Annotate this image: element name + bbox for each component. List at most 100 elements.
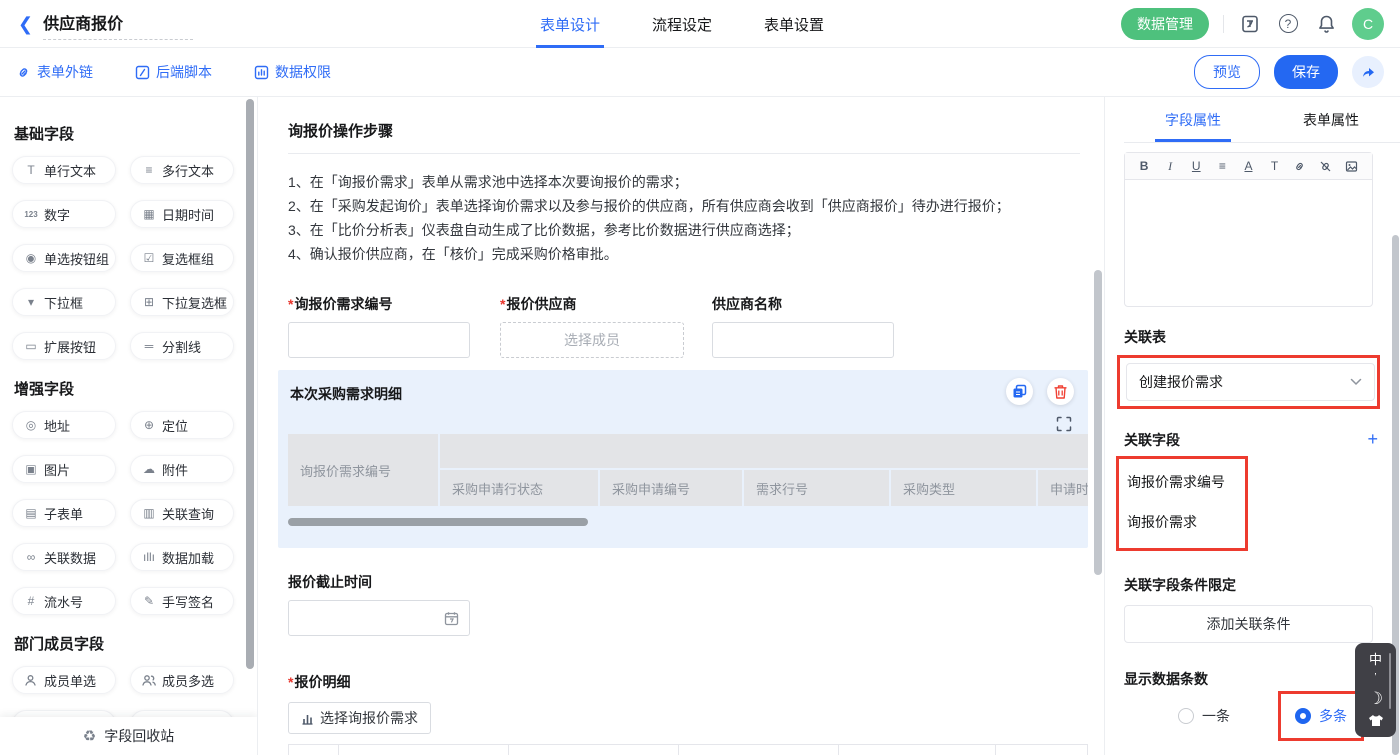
field-item-address[interactable]: ◎地址 [12,411,116,439]
field-item-signature[interactable]: ✎手写签名 [130,587,234,615]
insert-link-icon[interactable] [1293,160,1309,173]
data-manage-button[interactable]: 数据管理 [1121,8,1209,40]
ime-chinese-mode-icon[interactable]: 中 [1369,653,1382,666]
steps-section-title[interactable]: 询报价操作步骤 [288,97,1080,154]
tab-flow-settings[interactable]: 流程设定 [652,0,712,48]
radio-option-multiple[interactable]: 多条 [1278,691,1364,741]
language-icon[interactable] [1238,12,1262,36]
preview-button[interactable]: 预览 [1194,55,1260,89]
copy-field-button[interactable] [1006,378,1033,405]
tab-form-design[interactable]: 表单设计 [540,0,600,48]
notification-bell-icon[interactable] [1314,12,1338,36]
form-external-link[interactable]: 表单外链 [16,62,93,82]
field-item-single-text[interactable]: T单行文本 [12,156,116,184]
demand-number-input[interactable] [288,322,470,358]
steps-text-block[interactable]: 1、在「询报价需求」表单从需求池中选择本次要询报价的需求； 2、在「采购发起询价… [288,170,1080,266]
supplier-name-input[interactable] [712,322,894,358]
field-item-multi-dropdown[interactable]: ⊞下拉复选框 [130,288,234,316]
ime-moon-icon[interactable]: ☽ [1368,690,1383,707]
relate-field-item[interactable]: 询报价需求 [1127,507,1245,538]
underline-icon[interactable]: U [1188,159,1204,173]
field-item-relate-query[interactable]: ▥关联查询 [130,499,234,527]
help-icon[interactable]: ? [1276,12,1300,36]
field-item-subform[interactable]: ▤子表单 [12,499,116,527]
field-item-number[interactable]: 123数字 [12,200,116,228]
rich-text-editor[interactable]: B I U ≡ A T [1124,152,1373,307]
relate-fields-label: 关联字段 + [1124,429,1400,450]
add-condition-button[interactable]: 添加关联条件 [1124,605,1373,643]
remove-link-icon[interactable] [1319,160,1335,173]
subtable-col[interactable]: 采购类型 [891,470,1036,506]
radio-option-single[interactable]: 一条 [1178,706,1230,726]
quote-col[interactable]: 采购申请编号 [509,745,679,755]
field-item-multi-text[interactable]: ≡多行文本 [130,156,234,184]
field-item-member-multi[interactable]: 成员多选 [130,666,234,694]
italic-icon[interactable]: I [1162,159,1178,174]
ime-punctuation-icon[interactable]: ’ [1374,673,1376,683]
expand-icon[interactable] [1056,416,1072,432]
field-item-image[interactable]: ▣图片 [12,455,116,483]
quote-col[interactable]: 产品编号 [839,745,996,755]
ime-toolbar[interactable]: 中 ’ ☽ [1355,643,1396,737]
select-member-picker[interactable]: 选择成员 [500,322,684,358]
tab-form-properties[interactable]: 表单属性 [1262,97,1400,142]
add-relate-field-icon[interactable]: + [1367,429,1378,450]
data-permission-link[interactable]: 数据权限 [254,62,331,82]
ime-skin-icon[interactable] [1368,714,1384,727]
field-item-attachment[interactable]: ☁附件 [130,455,234,483]
purchase-demand-subtable-panel[interactable]: 本次采购需求明细 询报价需求编号 [278,370,1088,548]
quote-col[interactable]: 询报价需求编号 [339,745,509,755]
select-demand-button[interactable]: 选择询报价需求 [288,702,431,734]
field-recycle-bin[interactable]: ♻ 字段回收站 [0,717,257,755]
field-item-radio-group[interactable]: ◉单选按钮组 [12,244,116,272]
insert-image-icon[interactable] [1345,160,1361,173]
field-item-datetime[interactable]: ▦日期时间 [130,200,234,228]
subtable-col-demand-number[interactable]: 询报价需求编号 [288,434,438,506]
field-demand-number[interactable]: *询报价需求编号 [288,294,470,358]
subtable-col[interactable]: 申请时间 [1038,470,1088,506]
canvas-scrollbar[interactable] [1094,270,1102,575]
field-item-checkbox-group[interactable]: ☑复选框组 [130,244,234,272]
quote-col[interactable]: 需求行号 [679,745,839,755]
copy-icon [1012,384,1027,399]
divider-icon: ═ [142,339,156,353]
save-button[interactable]: 保存 [1274,55,1338,89]
field-item-relate-data[interactable]: ∞关联数据 [12,543,116,571]
quote-col[interactable]: 产品名称 [996,745,1088,755]
delete-field-button[interactable] [1047,378,1074,405]
avatar[interactable]: C [1352,8,1384,40]
multi-dropdown-icon: ⊞ [142,295,156,309]
subtable-col[interactable]: 需求行号 [744,470,889,506]
required-asterisk: * [288,296,293,312]
field-item-location[interactable]: ⊕定位 [130,411,234,439]
align-icon[interactable]: ≡ [1214,159,1230,173]
field-item-serial-number[interactable]: #流水号 [12,587,116,615]
font-size-icon[interactable]: T [1267,159,1283,173]
relate-field-item[interactable]: 询报价需求编号 [1127,467,1245,498]
field-item-dropdown[interactable]: ▾下拉框 [12,288,116,316]
back-icon[interactable]: ❮ [18,15,33,33]
font-color-icon[interactable]: A [1240,159,1256,173]
field-item-divider[interactable]: ═分割线 [130,332,234,360]
deadline-date-input[interactable] [288,600,470,636]
subtable-group-header[interactable] [440,434,1088,468]
backend-script-link[interactable]: 后端脚本 [135,62,212,82]
field-item-data-load[interactable]: ıllı数据加载 [130,543,234,571]
subtable-col[interactable]: 采购申请行状态 [440,470,598,506]
field-supplier-name[interactable]: 供应商名称 [712,294,894,358]
serial-icon: # [24,594,38,608]
tab-field-properties[interactable]: 字段属性 [1124,97,1262,142]
page-title[interactable]: 供应商报价 [43,8,193,40]
field-item-member-single[interactable]: 成员单选 [12,666,116,694]
share-button[interactable] [1352,56,1384,88]
bold-icon[interactable]: B [1136,159,1152,173]
tab-form-settings[interactable]: 表单设置 [764,0,824,48]
subtable-horizontal-scrollbar[interactable] [288,518,588,526]
quote-col-index[interactable] [289,745,339,755]
rte-editor-area[interactable] [1125,180,1372,306]
sidebar-scrollbar[interactable] [246,99,254,669]
field-quote-supplier[interactable]: *报价供应商 选择成员 [500,294,682,358]
subtable-col[interactable]: 采购申请编号 [600,470,742,506]
field-item-extend-button[interactable]: ▭扩展按钮 [12,332,116,360]
relate-table-select[interactable]: 创建报价需求 [1126,363,1375,401]
